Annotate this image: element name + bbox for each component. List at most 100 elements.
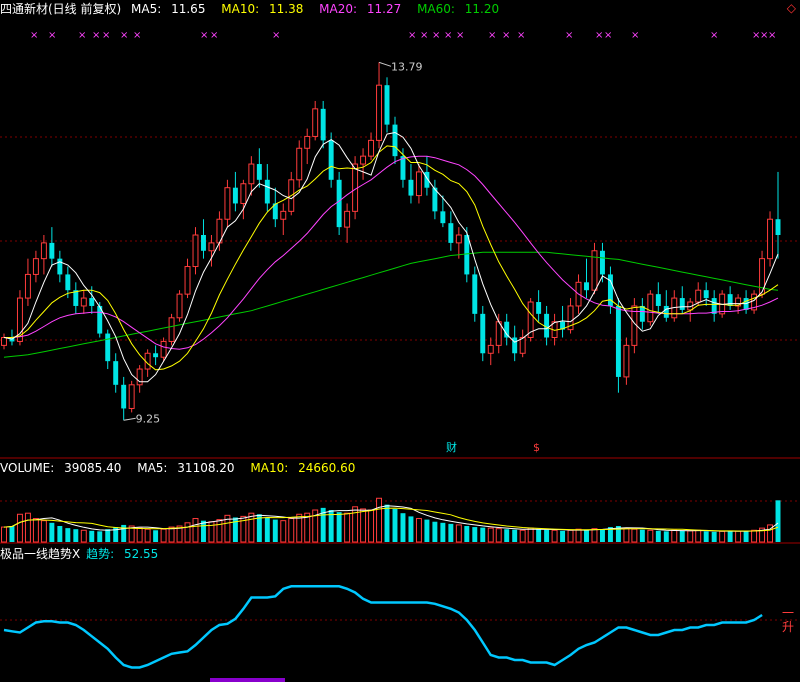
- candle-body: [232, 187, 238, 204]
- volume-bar: [567, 529, 574, 543]
- volume-bar: [727, 530, 733, 542]
- x-marker: ×: [133, 30, 141, 41]
- x-marker: ×: [565, 30, 573, 41]
- candle-body: [599, 250, 605, 275]
- volume-bar: [655, 530, 661, 542]
- volume-bar: [105, 529, 111, 542]
- volume-bar: [448, 523, 454, 542]
- volume-bar: [480, 527, 486, 542]
- candle-body: [57, 258, 63, 275]
- candle-body: [65, 274, 71, 291]
- volume-bar: [647, 529, 654, 543]
- low-pointer: [123, 417, 136, 421]
- x-marker: ×: [444, 30, 452, 41]
- candle-body: [408, 179, 414, 196]
- candle-body: [368, 139, 375, 157]
- volume-bar: [687, 530, 694, 543]
- volume-bar: [584, 529, 589, 542]
- candle-body: [304, 135, 311, 149]
- candle-body: [536, 302, 542, 314]
- volume-bar: [639, 529, 645, 542]
- candle-body: [89, 298, 95, 306]
- candle-body: [584, 282, 589, 291]
- candle-body: [464, 235, 470, 275]
- x-marker: ×: [420, 30, 428, 41]
- volume-bar: [464, 526, 470, 542]
- x-marker: ×: [710, 30, 718, 41]
- volume-bar: [703, 531, 709, 542]
- volume-bar: [743, 531, 749, 542]
- volume-bar: [248, 512, 255, 543]
- volume-bar: [40, 520, 47, 543]
- volume-bar: [751, 529, 758, 543]
- candle-body: [136, 368, 143, 386]
- volume-bar: [360, 508, 367, 543]
- volume-bar: [440, 522, 446, 542]
- volume-bar: [16, 513, 23, 543]
- ma20-line: [4, 155, 779, 350]
- volume-bar: [97, 531, 103, 542]
- candle-body: [280, 210, 287, 220]
- x-marker: ×: [517, 30, 525, 41]
- candle-body: [384, 85, 390, 125]
- candle-body: [360, 155, 367, 165]
- candle-body: [168, 317, 175, 342]
- volume-bar: [80, 529, 87, 543]
- stock-chart: 13.799.25× × × × × × × × × × × × × × × × × × × × × × × × × ×: [0, 30, 800, 682]
- candle-body: [663, 305, 669, 318]
- candle-body: [32, 258, 39, 275]
- candle-body: [376, 84, 383, 141]
- x-marker: ×: [210, 30, 218, 41]
- volume-bar: [512, 529, 518, 542]
- candle-body: [703, 290, 709, 299]
- volume-bar: [495, 528, 502, 543]
- trend-line: [3, 585, 763, 669]
- candle-body: [519, 337, 526, 354]
- volume-bar: [551, 529, 558, 543]
- candle-body: [105, 333, 111, 362]
- volume-bar: [695, 529, 702, 543]
- volume-bar: [344, 512, 351, 543]
- x-marker: ×: [408, 30, 416, 41]
- x-marker: ×: [78, 30, 86, 41]
- candle-body: [1, 337, 7, 346]
- candle-body: [328, 140, 334, 180]
- candle-body: [487, 344, 494, 354]
- volume-bar: [663, 531, 669, 542]
- candle-body: [615, 305, 621, 377]
- x-marker: ×: [200, 30, 208, 41]
- x-marker: ×: [488, 30, 496, 41]
- x-marker: ×: [92, 30, 100, 41]
- volume-bar: [384, 504, 390, 542]
- candle-body: [336, 179, 342, 228]
- high-pointer: [378, 61, 392, 67]
- candle-body: [201, 235, 206, 251]
- volume-bar: [392, 508, 398, 542]
- candle-body: [264, 179, 270, 204]
- volume-bar: [144, 528, 151, 543]
- volume-bar: [415, 518, 422, 543]
- x-marker: ×: [456, 30, 464, 41]
- volume-bar: [9, 526, 15, 542]
- volume-bar: [57, 526, 63, 542]
- x-marker: ×: [102, 30, 110, 41]
- volume-bar: [216, 519, 223, 543]
- volume-bar: [575, 528, 582, 543]
- volume-bar: [368, 509, 375, 543]
- volume-bar: [65, 528, 71, 542]
- x-marker: ×: [768, 30, 776, 41]
- volume-bar: [288, 518, 295, 543]
- volume-bar: [487, 527, 494, 543]
- volume-bar: [455, 524, 462, 543]
- candle-body: [312, 108, 319, 137]
- candle-body: [480, 313, 486, 354]
- candle-body: [176, 293, 183, 319]
- volume-bar: [168, 526, 175, 543]
- candle-body: [472, 274, 478, 314]
- volume-bar: [264, 517, 270, 542]
- x-marker: ×: [432, 30, 440, 41]
- candle-body: [24, 273, 31, 299]
- candle-body: [320, 108, 326, 141]
- volume-bar: [280, 520, 287, 543]
- candle-body: [160, 340, 167, 358]
